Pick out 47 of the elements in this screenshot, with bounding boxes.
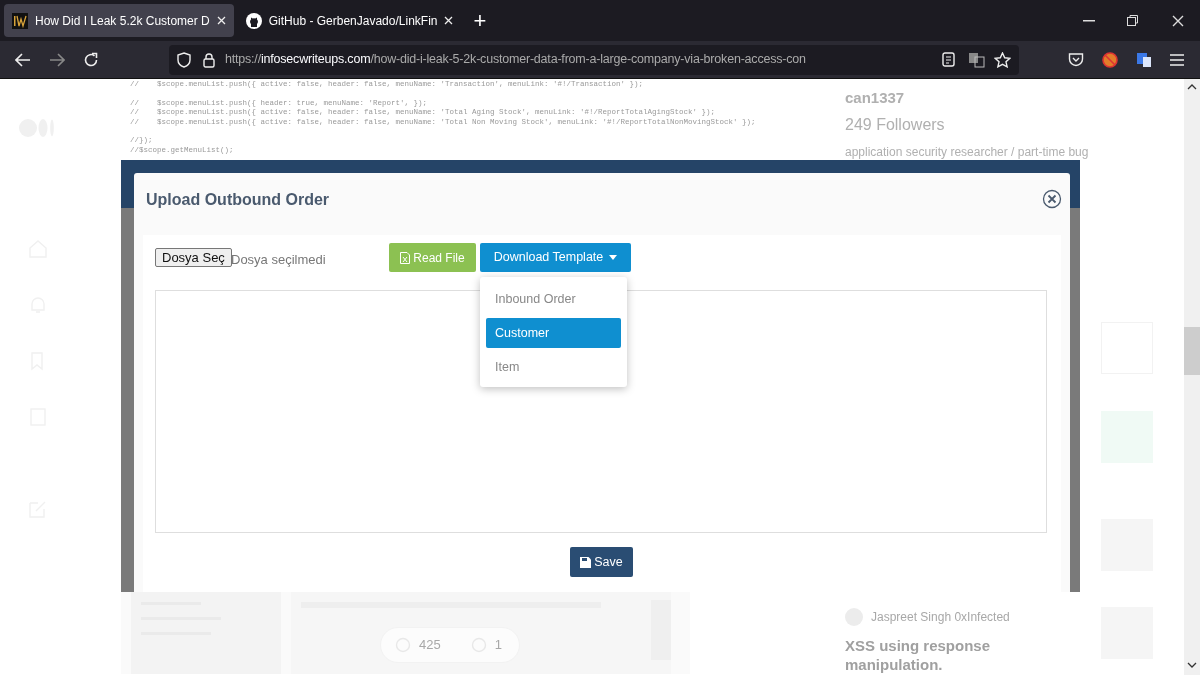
excel-file-icon xyxy=(400,251,411,264)
browser-tab[interactable]: How Did I Leak 5.2k Customer D xyxy=(4,4,234,37)
pocket-icon[interactable] xyxy=(1068,52,1084,67)
scrollbar[interactable] xyxy=(1184,79,1200,675)
shield-icon[interactable] xyxy=(177,51,191,68)
star-icon[interactable] xyxy=(994,51,1011,68)
close-icon[interactable] xyxy=(1042,189,1062,209)
address-bar[interactable]: https://infosecwriteups.com/how-did-i-leak-5-2k-customer-data-from-a-large-company-via-broken-access-con xyxy=(169,44,1019,75)
download-template-button[interactable]: Download Template xyxy=(480,243,631,272)
site-favicon-icon xyxy=(12,12,28,29)
comment-count: 1 xyxy=(494,636,502,655)
back-icon[interactable] xyxy=(15,52,31,67)
url-text: https://infosecwriteups.com/how-did-i-leak-5-2k-customer-data-from-a-large-company-via-broken-access-con xyxy=(225,51,806,69)
translate-icon[interactable] xyxy=(968,51,985,68)
modal-title: Upload Outbound Order xyxy=(146,190,330,210)
scroll-down-icon[interactable] xyxy=(1187,662,1197,668)
browser-tab[interactable]: GitHub - GerbenJavado/LinkFin xyxy=(235,4,464,37)
new-tab-button[interactable]: + xyxy=(473,9,487,32)
author-name[interactable]: can1337 xyxy=(845,87,1089,110)
extension-icon[interactable] xyxy=(1102,51,1118,68)
reload-icon[interactable] xyxy=(83,51,99,68)
follower-count: 249 Followers xyxy=(845,114,946,135)
restore-icon[interactable] xyxy=(1127,15,1138,26)
menu-icon[interactable] xyxy=(1170,53,1184,66)
read-file-button[interactable]: Read File xyxy=(389,243,476,272)
author-bio: application security researcher / part-time bug xyxy=(845,143,1089,161)
caret-icon xyxy=(609,255,618,260)
close-tab-icon[interactable] xyxy=(216,16,226,25)
menu-item[interactable]: Customer xyxy=(486,318,621,348)
scroll-up-icon[interactable] xyxy=(1187,84,1197,90)
choose-file-button[interactable]: Dosya Seç xyxy=(155,248,232,267)
save-button[interactable]: Save xyxy=(570,547,633,577)
menu-item[interactable]: Item xyxy=(486,354,621,380)
menu-item[interactable]: Inbound Order xyxy=(486,286,621,312)
minimize-icon[interactable] xyxy=(1083,19,1095,22)
close-tab-icon[interactable] xyxy=(444,16,454,25)
forward-icon[interactable] xyxy=(49,52,65,67)
tab-title: How Did I Leak 5.2k Customer D xyxy=(35,12,210,30)
recommended-author[interactable]: Jaspreet Singh 0xInfected xyxy=(871,608,1010,626)
tab-title: GitHub - GerbenJavado/LinkFin xyxy=(268,12,438,30)
recommended-title[interactable]: XSS using response manipulation. xyxy=(845,636,1045,674)
reader-view-icon[interactable] xyxy=(942,52,955,67)
scroll-thumb[interactable] xyxy=(1184,327,1200,375)
file-status: Dosya seçilmedi xyxy=(231,251,326,269)
clap-count: 425 xyxy=(419,636,441,655)
lock-icon xyxy=(203,51,215,68)
github-icon xyxy=(245,12,262,29)
